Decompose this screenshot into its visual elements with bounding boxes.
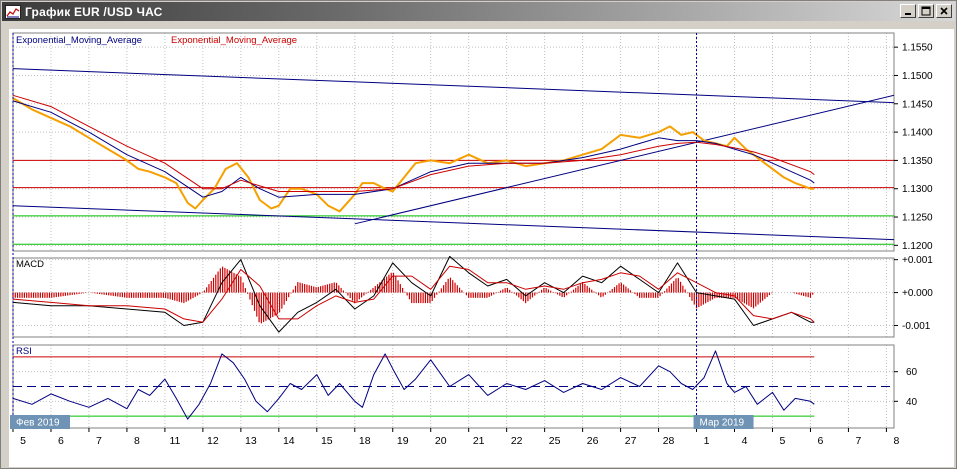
close-button[interactable] bbox=[936, 4, 952, 18]
price-line bbox=[12, 97, 815, 213]
trend-line bbox=[12, 205, 895, 241]
rsi-tick-label: 40 bbox=[906, 397, 918, 408]
time-tick-label: 6 bbox=[58, 435, 64, 447]
macd-panel[interactable]: +0.001 +0.000 -0.001 MACD bbox=[12, 255, 933, 338]
trend-line bbox=[354, 94, 895, 225]
time-tick-label: 15 bbox=[321, 435, 333, 447]
time-tick-label: 26 bbox=[587, 435, 599, 447]
time-tick-label: 4 bbox=[742, 435, 748, 447]
legend-ema-slow: Exponential_Moving_Average bbox=[171, 35, 297, 46]
time-axis: 5 6 7 8 11 12 13 14 15 18 19 20 21 22 25 26 27 28 1 4 5 6 7 8 bbox=[12, 427, 899, 447]
trend-line bbox=[12, 68, 895, 104]
time-tick-label: 28 bbox=[663, 435, 675, 447]
price-panel[interactable]: 1.1550 1.1500 1.1450 1.1400 1.1350 1.1300 1.12… bbox=[12, 32, 933, 252]
price-tick-label: 1.1450 bbox=[902, 99, 933, 110]
time-tick-label: 14 bbox=[283, 435, 295, 447]
macd-tick-label: +0.000 bbox=[902, 288, 933, 299]
price-tick-label: 1.1250 bbox=[902, 213, 933, 224]
date-label: Мар 2019 bbox=[700, 418, 745, 429]
macd-histogram bbox=[12, 266, 814, 324]
maximize-icon bbox=[921, 6, 931, 16]
rsi-series bbox=[12, 350, 815, 420]
rsi-line bbox=[12, 350, 815, 420]
time-tick-label: 20 bbox=[435, 435, 447, 447]
price-tick-label: 1.1350 bbox=[902, 156, 933, 167]
rsi-tick-label: 60 bbox=[906, 367, 918, 378]
date-label: Фев 2019 bbox=[16, 418, 60, 429]
macd-axis: +0.001 +0.000 -0.001 bbox=[894, 255, 933, 332]
time-tick-label: 21 bbox=[473, 435, 485, 447]
price-tick-label: 1.1500 bbox=[902, 71, 933, 82]
time-tick-label: 5 bbox=[20, 435, 26, 447]
legend-macd: MACD bbox=[16, 259, 44, 270]
time-tick-label: 13 bbox=[245, 435, 257, 447]
rsi-axis: 60 40 bbox=[894, 367, 918, 408]
time-tick-label: 18 bbox=[359, 435, 371, 447]
time-tick-label: 5 bbox=[780, 435, 786, 447]
time-tick-label: 12 bbox=[207, 435, 219, 447]
time-tick-label: 22 bbox=[511, 435, 523, 447]
time-tick-label: 25 bbox=[549, 435, 561, 447]
time-tick-label: 27 bbox=[625, 435, 637, 447]
legend-rsi: RSI bbox=[16, 346, 32, 357]
time-tick-label: 11 bbox=[169, 435, 180, 447]
date-labels: Фев 2019 Мар 2019 bbox=[10, 33, 754, 429]
chart-canvas[interactable]: 1.1550 1.1500 1.1450 1.1400 1.1350 1.1300 1.12… bbox=[9, 29, 954, 467]
minimize-button[interactable] bbox=[900, 4, 916, 18]
price-tick-label: 1.1400 bbox=[902, 128, 933, 139]
time-tick-label: 8 bbox=[134, 435, 140, 447]
price-tick-label: 1.1550 bbox=[902, 43, 933, 54]
maximize-button[interactable] bbox=[918, 4, 934, 18]
price-axis: 1.1550 1.1500 1.1450 1.1400 1.1350 1.1300 1.12… bbox=[894, 43, 933, 252]
price-series bbox=[12, 94, 815, 213]
chart-window: График EUR /USD ЧАС 1.1550 1.1500 1.1450 1.… bbox=[0, 0, 957, 469]
grid bbox=[12, 33, 894, 428]
price-tick-label: 1.1300 bbox=[902, 184, 933, 195]
time-tick-label: 8 bbox=[893, 435, 899, 447]
chart-area[interactable]: 1.1550 1.1500 1.1450 1.1400 1.1350 1.1300 1.12… bbox=[9, 29, 954, 467]
minimize-icon bbox=[905, 13, 911, 15]
rsi-panel[interactable]: 60 40 RSI bbox=[12, 344, 918, 429]
time-tick-label: 6 bbox=[818, 435, 824, 447]
price-panel-frame bbox=[12, 32, 895, 252]
price-tick-label: 1.1200 bbox=[902, 241, 933, 252]
title-bar[interactable]: График EUR /USD ЧАС bbox=[2, 2, 955, 21]
time-tick-label: 7 bbox=[96, 435, 102, 447]
window-title: График EUR /USD ЧАС bbox=[25, 4, 163, 19]
legend-ema-fast: Exponential_Moving_Average bbox=[16, 35, 142, 46]
time-tick-label: 19 bbox=[397, 435, 409, 447]
close-icon bbox=[940, 7, 948, 15]
time-tick-label: 7 bbox=[856, 435, 862, 447]
chart-app-icon bbox=[5, 4, 21, 19]
rsi-level-lines bbox=[13, 356, 894, 417]
price-level-lines bbox=[13, 159, 894, 245]
macd-tick-label: -0.001 bbox=[902, 321, 931, 332]
time-tick-label: 1 bbox=[704, 435, 710, 447]
macd-tick-label: +0.001 bbox=[902, 255, 933, 266]
